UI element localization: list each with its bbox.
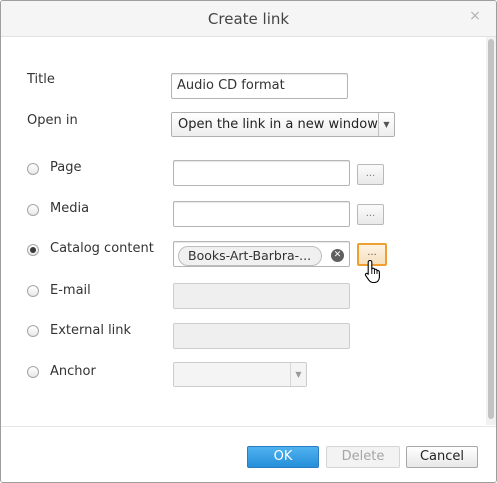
radio-label-external-link: External link bbox=[50, 323, 132, 338]
title-input[interactable]: Audio CD format bbox=[171, 73, 348, 99]
radio-label-catalog-content: Catalog content bbox=[50, 241, 154, 256]
open-in-label: Open in bbox=[27, 113, 78, 128]
page-input[interactable] bbox=[173, 160, 350, 186]
radio-anchor[interactable] bbox=[27, 366, 39, 378]
radio-email[interactable] bbox=[27, 285, 39, 297]
dialog-footer: OK Delete Cancel bbox=[1, 426, 496, 482]
radio-label-email: E-mail bbox=[50, 283, 91, 298]
email-input[interactable] bbox=[173, 283, 350, 309]
chevron-down-icon[interactable]: ▼ bbox=[290, 363, 306, 386]
radio-page[interactable] bbox=[27, 163, 39, 175]
anchor-select[interactable]: ▼ bbox=[173, 362, 307, 387]
radio-label-anchor: Anchor bbox=[50, 364, 96, 379]
radio-media[interactable] bbox=[27, 204, 39, 216]
catalog-content-chip: Books-Art-Barbra-... bbox=[178, 246, 322, 266]
ok-button[interactable]: OK bbox=[247, 446, 319, 468]
hand-pointer-icon bbox=[364, 259, 380, 284]
open-in-select[interactable]: Open the link in a new window ▼ bbox=[171, 112, 395, 137]
media-input[interactable] bbox=[173, 201, 350, 227]
radio-external-link[interactable] bbox=[27, 325, 39, 337]
media-browse-button[interactable]: ... bbox=[357, 204, 384, 225]
radio-label-media: Media bbox=[50, 201, 90, 216]
page-browse-button[interactable]: ... bbox=[357, 164, 384, 185]
cancel-button[interactable]: Cancel bbox=[406, 446, 478, 468]
create-link-dialog: Create link × Title Audio CD format Open… bbox=[0, 0, 497, 483]
dialog-title: Create link bbox=[207, 10, 290, 28]
close-icon[interactable]: × bbox=[467, 8, 483, 24]
clear-icon[interactable]: ✕ bbox=[331, 249, 344, 262]
open-in-select-value: Open the link in a new window bbox=[178, 117, 378, 132]
title-label: Title bbox=[27, 72, 55, 87]
chevron-down-icon[interactable]: ▼ bbox=[378, 113, 394, 136]
scrollbar-thumb[interactable] bbox=[488, 39, 494, 419]
delete-button[interactable]: Delete bbox=[326, 446, 400, 468]
dialog-titlebar: Create link × bbox=[1, 1, 496, 37]
radio-label-page: Page bbox=[50, 160, 82, 175]
radio-catalog-content[interactable] bbox=[27, 244, 39, 256]
external-link-input[interactable] bbox=[173, 323, 350, 349]
